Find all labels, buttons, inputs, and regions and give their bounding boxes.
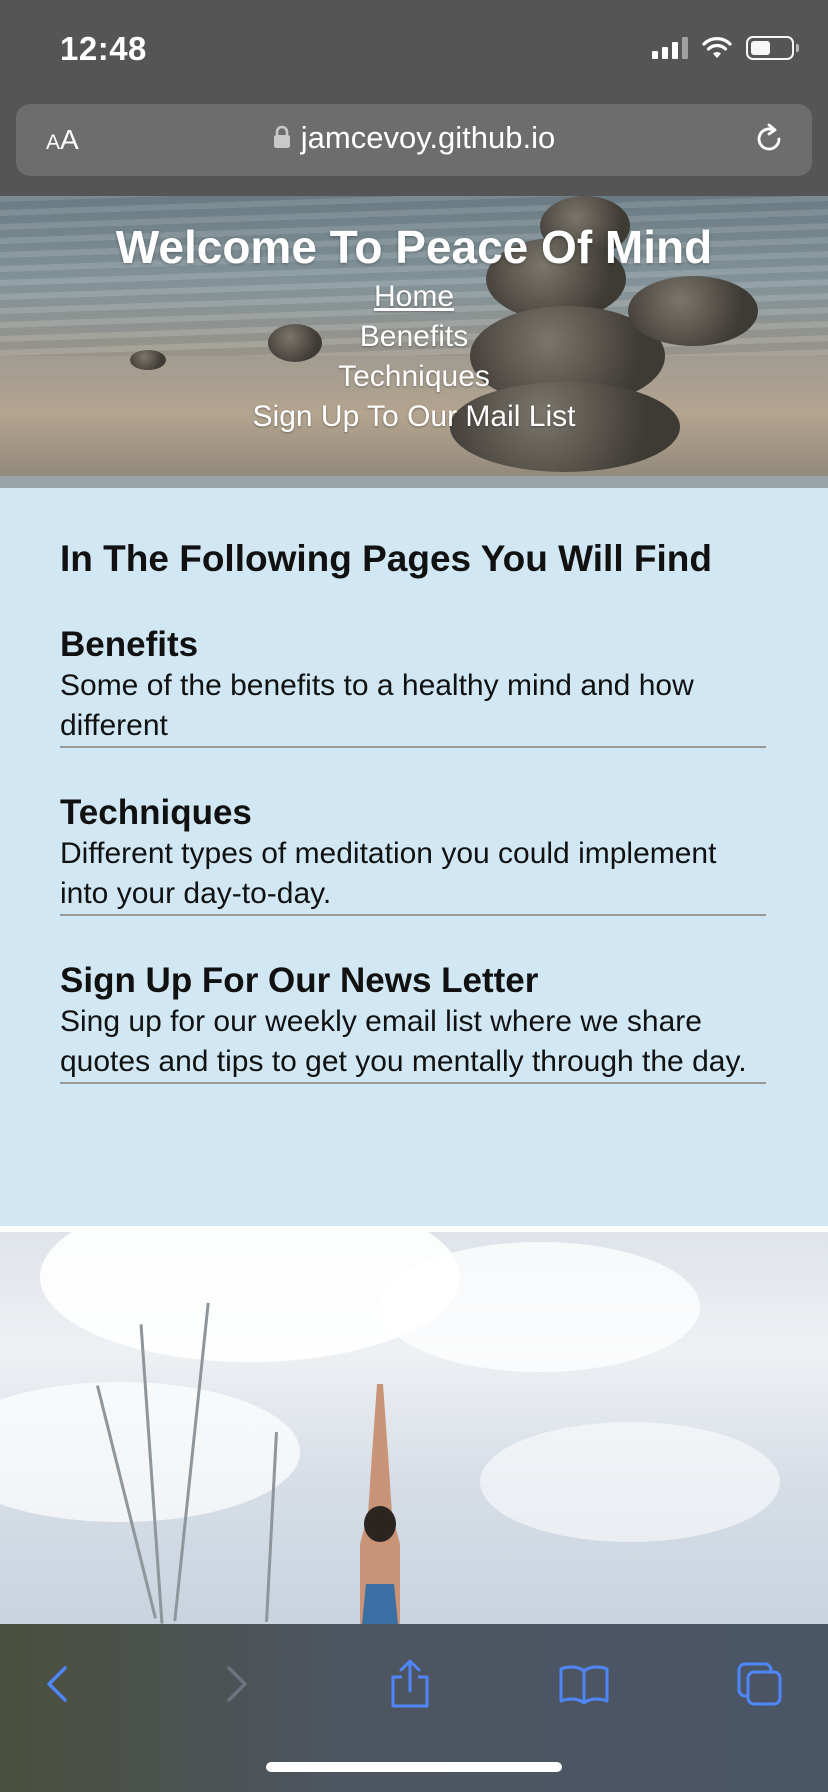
reload-icon[interactable] [752, 122, 786, 156]
nav-item-signup: Sign Up To Our Mail List [0, 397, 828, 437]
info-item-text: Some of the benefits to a healthy mind a… [60, 669, 694, 742]
lock-icon [273, 125, 290, 148]
share-icon [391, 1659, 429, 1708]
hero-banner: Welcome To Peace Of Mind Home Benefits T… [0, 196, 828, 486]
address-bar[interactable]: AA jamcevoy.github.io [16, 104, 812, 176]
share-button[interactable] [380, 1654, 440, 1714]
battery-fill [751, 41, 770, 55]
nav-link-signup[interactable]: Sign Up To Our Mail List [253, 400, 576, 433]
page-title: Welcome To Peace Of Mind [115, 221, 713, 273]
hero-content: Welcome To Peace Of Mind Home Benefits T… [0, 222, 828, 437]
yoga-image [0, 1232, 828, 1624]
info-item-title: Benefits [60, 625, 199, 664]
back-icon [47, 1666, 67, 1702]
status-icons [652, 36, 799, 60]
tabs-button[interactable] [730, 1654, 790, 1714]
battery-icon [746, 36, 799, 60]
info-item-title: Techniques [60, 793, 252, 832]
yoga-figure [360, 1384, 400, 1624]
info-item-newsletter: Sign Up For Our News Letter Sing up for … [60, 960, 766, 1084]
bookmarks-button[interactable] [554, 1654, 614, 1714]
info-item-text: Different types of meditation you could … [60, 837, 717, 910]
back-button[interactable] [28, 1654, 88, 1714]
url-text: jamcevoy.github.io [300, 120, 556, 155]
nav-item-home: Home [0, 277, 828, 317]
nav-item-techniques: Techniques [0, 357, 828, 397]
nav-link-home[interactable]: Home [374, 280, 454, 313]
signal-icon [652, 37, 688, 59]
hero-divider [0, 476, 828, 488]
cloud [480, 1422, 780, 1542]
browser-chrome-top: 12:48 AA jamcevoy.github.io [0, 0, 828, 196]
cloud [380, 1242, 700, 1372]
status-time: 12:48 [60, 30, 147, 67]
status-bar: 12:48 [0, 0, 828, 100]
info-item-benefits: Benefits Some of the benefits to a healt… [60, 624, 766, 748]
section-heading: In The Following Pages You Will Find [60, 538, 712, 579]
tabs-icon [737, 1662, 782, 1706]
url-display[interactable]: jamcevoy.github.io [16, 120, 812, 156]
main-nav: Home Benefits Techniques Sign Up To Our … [0, 277, 828, 437]
forward-button[interactable] [206, 1654, 266, 1714]
wifi-icon [702, 37, 732, 58]
info-item-text: Sing up for our weekly email list where … [60, 1005, 747, 1078]
nav-link-techniques[interactable]: Techniques [338, 360, 490, 393]
home-indicator[interactable] [266, 1762, 562, 1772]
nav-item-benefits: Benefits [0, 317, 828, 357]
info-section: In The Following Pages You Will Find Ben… [0, 488, 828, 1226]
nav-link-benefits[interactable]: Benefits [360, 320, 468, 353]
info-item-title: Sign Up For Our News Letter [60, 961, 539, 1000]
info-item-techniques: Techniques Different types of meditation… [60, 792, 766, 916]
bookmarks-icon [559, 1665, 609, 1705]
forward-icon [227, 1666, 247, 1702]
